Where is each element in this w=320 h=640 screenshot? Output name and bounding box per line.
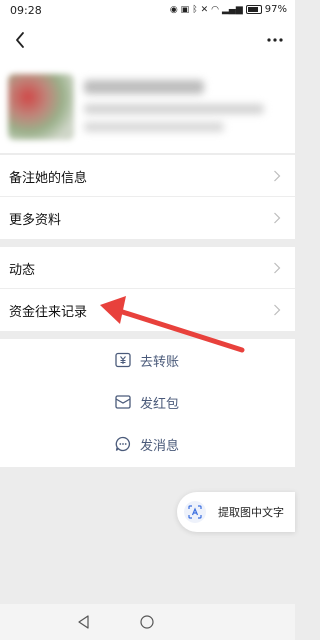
- blurred-info-line: [84, 104, 264, 114]
- menu-item-label: 更多资料: [9, 213, 62, 228]
- chevron-right-icon: [274, 304, 281, 316]
- menu-item-remark[interactable]: 备注她的信息: [0, 155, 295, 197]
- menu-item-fund-records[interactable]: 资金往来记录: [0, 289, 295, 331]
- menu-group-info: 备注她的信息 更多资料: [0, 155, 295, 239]
- system-nav-bar: [0, 604, 295, 640]
- top-nav-bar: [0, 22, 295, 60]
- send-message-label: 发消息: [140, 438, 180, 454]
- eye-icon: ◉: [169, 4, 178, 15]
- red-packet-icon: [115, 395, 131, 409]
- red-packet-label: 发红包: [140, 396, 180, 412]
- status-time: 09:28: [10, 4, 42, 17]
- avatar[interactable]: [8, 74, 74, 140]
- extract-text-button[interactable]: 提取图中文字: [177, 492, 295, 532]
- text-scan-icon: [184, 501, 206, 523]
- menu-item-more-info[interactable]: 更多资料: [0, 197, 295, 239]
- extract-text-label: 提取图中文字: [218, 506, 284, 519]
- nav-home-circle-icon[interactable]: [139, 614, 155, 630]
- red-packet-button[interactable]: 发红包: [114, 387, 179, 417]
- action-panel: 去转账 发红包 发消息: [0, 339, 295, 467]
- chevron-right-icon: [274, 212, 281, 224]
- menu-item-label: 资金往来记录: [9, 305, 88, 320]
- menu-group-activity: 动态 资金往来记录: [0, 247, 295, 331]
- more-dots-icon[interactable]: [263, 28, 287, 52]
- menu-item-moments[interactable]: 动态: [0, 247, 295, 289]
- mute-icon: ✕: [200, 4, 209, 15]
- message-bubble-icon: [115, 436, 131, 452]
- bluetooth-icon: ᛒ: [192, 4, 198, 15]
- send-message-button[interactable]: 发消息: [114, 429, 179, 459]
- blurred-name: [84, 80, 204, 94]
- status-icons: ◉ ▣ ᛒ ✕ ◠ ▂▄▆ 97%: [170, 4, 287, 15]
- chevron-right-icon: [274, 262, 281, 274]
- menu-item-label: 动态: [9, 263, 36, 278]
- battery-percent: 97%: [264, 4, 287, 15]
- nfc-icon: ▣: [180, 4, 190, 15]
- status-bar: 09:28 ◉ ▣ ᛒ ✕ ◠ ▂▄▆ 97%: [0, 0, 295, 22]
- profile-card[interactable]: [0, 60, 295, 153]
- back-chevron-icon[interactable]: [9, 28, 33, 52]
- nav-back-triangle-icon[interactable]: [76, 614, 92, 630]
- wifi-icon: ◠: [211, 4, 219, 15]
- signal-icon: ▂▄▆: [222, 4, 243, 15]
- battery-icon: [245, 5, 262, 14]
- yuan-transfer-icon: [115, 352, 131, 368]
- transfer-label: 去转账: [140, 354, 180, 370]
- transfer-button[interactable]: 去转账: [114, 345, 179, 375]
- chevron-right-icon: [274, 170, 281, 182]
- blurred-info-line: [84, 122, 224, 132]
- menu-item-label: 备注她的信息: [9, 171, 88, 186]
